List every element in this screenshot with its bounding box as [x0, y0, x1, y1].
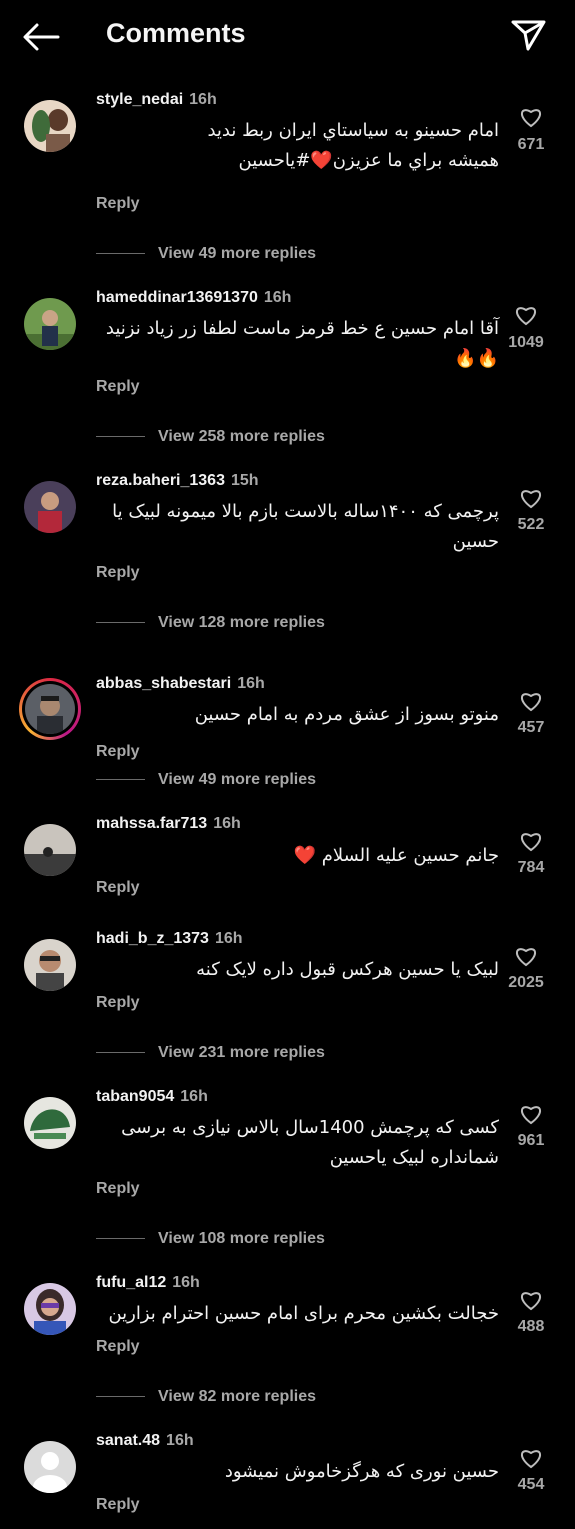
share-button[interactable]	[510, 18, 548, 52]
timestamp: 16h	[172, 1274, 200, 1291]
like-count: 784	[517, 859, 545, 876]
avatar[interactable]	[24, 100, 76, 152]
view-more-replies[interactable]: View 231 more replies	[96, 1044, 325, 1062]
avatar[interactable]	[24, 1097, 76, 1149]
heart-icon[interactable]	[519, 106, 543, 128]
reply-button[interactable]: Reply	[96, 378, 140, 396]
avatar[interactable]	[24, 824, 76, 876]
comment-text: پرچمی که ۱۴۰۰ساله بالاست بازم بالا میمون…	[112, 501, 499, 552]
like-count: 522	[517, 516, 545, 533]
username[interactable]: abbas_shabestari	[96, 675, 231, 692]
username[interactable]: taban9054	[96, 1088, 174, 1105]
send-icon	[511, 20, 546, 51]
timestamp: 16h	[166, 1432, 194, 1449]
heart-icon[interactable]	[519, 487, 543, 509]
heart-icon[interactable]	[514, 945, 538, 967]
username[interactable]: fufu_al12	[96, 1274, 166, 1291]
reply-button[interactable]: Reply	[96, 743, 140, 761]
comment-text: جانم حسین علیه السلام ❤️	[293, 845, 499, 866]
avatar[interactable]	[24, 1283, 76, 1335]
avatar[interactable]	[24, 1441, 76, 1493]
reply-button[interactable]: Reply	[96, 1338, 140, 1356]
reply-button[interactable]: Reply	[96, 879, 140, 897]
username[interactable]: mahssa.far713	[96, 815, 207, 832]
avatar[interactable]	[24, 939, 76, 991]
reply-button[interactable]: Reply	[96, 1496, 140, 1514]
like-count: 2025	[508, 974, 544, 991]
username[interactable]: hameddinar13691370	[96, 289, 258, 306]
timestamp: 15h	[230, 472, 259, 489]
like-count: 454	[517, 1476, 545, 1493]
comment-text: امام حسینو به سیاستاي ایران ربط ندید همیش…	[207, 120, 499, 171]
comment-text: کسی که پرچمش 1400سال بالاس نیازی به برسی…	[121, 1117, 499, 1168]
like-count: 1049	[508, 334, 544, 351]
page-title: Comments	[106, 18, 246, 48]
username[interactable]: style_nedai	[96, 91, 183, 108]
like-count: 961	[517, 1132, 545, 1149]
top-bar: Comments	[0, 0, 575, 72]
back-button[interactable]	[22, 22, 60, 52]
view-more-replies[interactable]: View 49 more replies	[96, 771, 316, 789]
timestamp: 16h	[180, 1088, 208, 1105]
timestamp: 16h	[237, 675, 265, 692]
heart-icon[interactable]	[519, 830, 543, 852]
avatar[interactable]	[24, 481, 76, 533]
username[interactable]: hadi_b_z_1373	[96, 930, 209, 947]
timestamp: 16h	[214, 930, 243, 947]
reply-button[interactable]: Reply	[96, 564, 140, 582]
arrow-left-icon	[23, 23, 60, 51]
comment-text: خجالت بکشین محرم برای امام حسین احترام ب…	[108, 1303, 499, 1324]
comment-text: حسین نوری که هرگزخاموش نمیشود	[224, 1461, 499, 1482]
heart-icon[interactable]	[519, 690, 543, 712]
comment-text: آقا امام حسین ع خط قرمز ماست لطفا زر زیا…	[105, 318, 499, 369]
timestamp: 16h	[263, 289, 292, 306]
username[interactable]: sanat.48	[96, 1432, 160, 1449]
heart-icon[interactable]	[514, 304, 538, 326]
avatar[interactable]	[24, 298, 76, 350]
reply-button[interactable]: Reply	[96, 994, 140, 1012]
view-more-replies[interactable]: View 108 more replies	[96, 1230, 325, 1248]
reply-button[interactable]: Reply	[96, 1180, 140, 1198]
timestamp: 16h	[213, 815, 241, 832]
timestamp: 16h	[189, 91, 217, 108]
like-count: 457	[517, 719, 545, 736]
view-more-replies[interactable]: View 82 more replies	[96, 1388, 316, 1406]
reply-button[interactable]: Reply	[96, 195, 140, 213]
default-avatar-icon	[24, 1441, 76, 1493]
username[interactable]: reza.baheri_1363	[96, 472, 225, 489]
view-more-replies[interactable]: View 258 more replies	[96, 428, 325, 446]
view-more-replies[interactable]: View 49 more replies	[96, 245, 316, 263]
comment-text: منوتو بسوز از عشق مردم به امام حسین	[194, 704, 499, 725]
heart-icon[interactable]	[519, 1447, 543, 1469]
like-count: 488	[517, 1318, 545, 1335]
like-count: 671	[517, 136, 545, 153]
heart-icon[interactable]	[519, 1103, 543, 1125]
heart-icon[interactable]	[519, 1289, 543, 1311]
avatar[interactable]	[19, 678, 81, 740]
comment-text: لبیک یا حسین هرکس قبول داره لایک کنه	[196, 959, 499, 980]
view-more-replies[interactable]: View 128 more replies	[96, 614, 325, 632]
